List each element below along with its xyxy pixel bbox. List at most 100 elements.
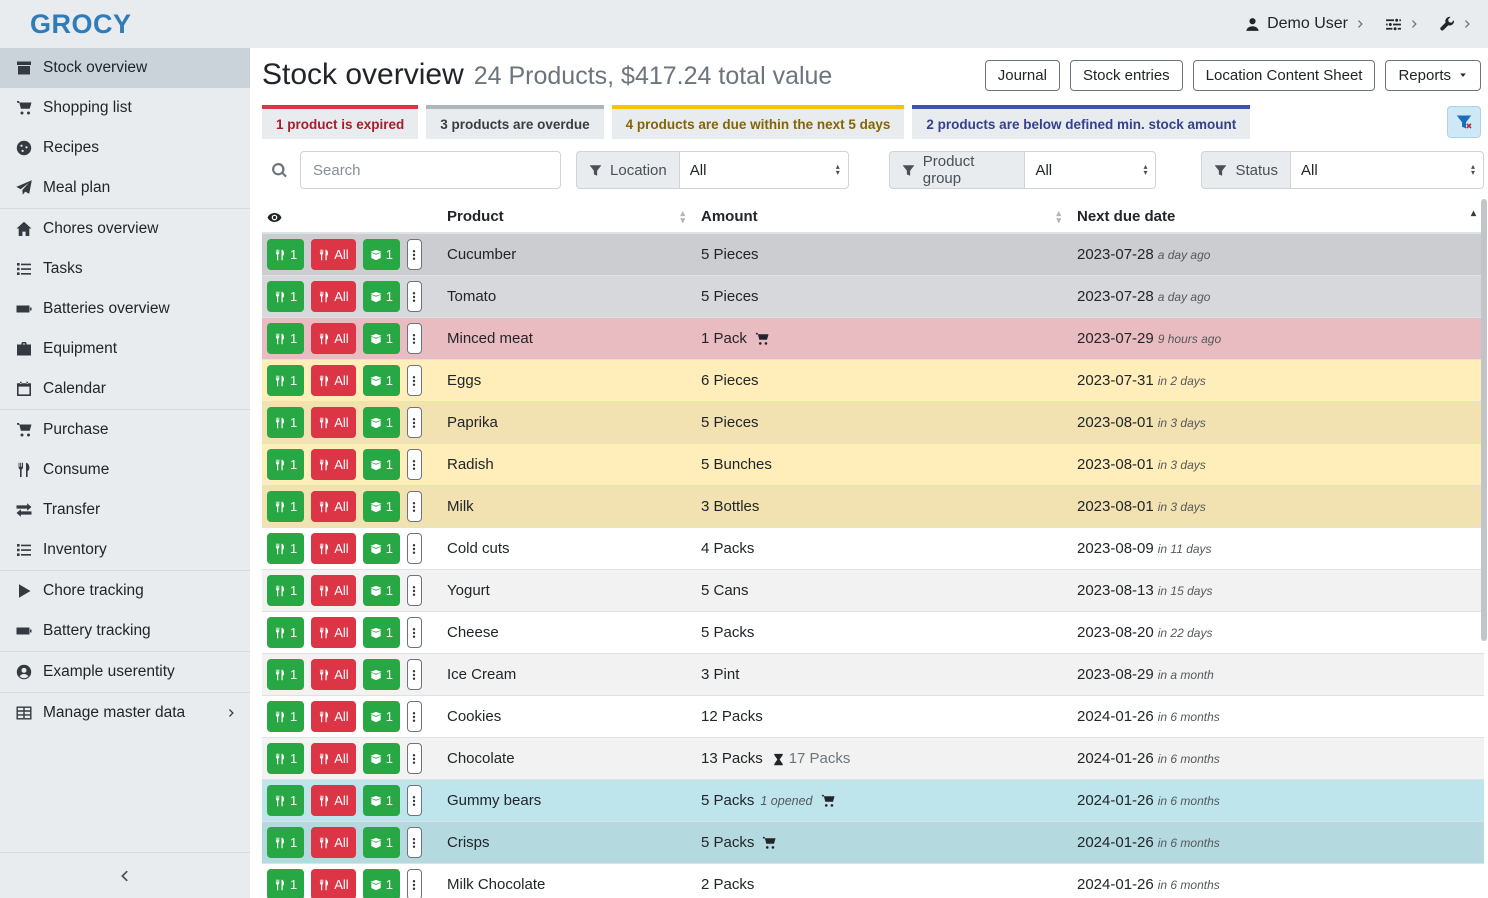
consume-one-button[interactable]: 1	[267, 617, 304, 648]
banner-due-soon[interactable]: 4 products are due within the next 5 day…	[612, 105, 905, 139]
sidebar-item-tasks[interactable]: Tasks	[0, 249, 250, 289]
search-input[interactable]	[300, 151, 561, 189]
consume-all-button[interactable]: All	[311, 659, 355, 690]
sort-icon[interactable]: ▴▾	[680, 210, 685, 223]
row-menu-button[interactable]	[407, 785, 422, 816]
open-one-button[interactable]: 1	[363, 533, 400, 564]
column-product[interactable]: Product ▴▾	[439, 201, 693, 233]
reports-button[interactable]: Reports	[1385, 60, 1481, 91]
column-amount[interactable]: Amount ▴▾	[693, 201, 1069, 233]
sidebar-item-example-userentity[interactable]: Example userentity	[0, 652, 250, 692]
open-one-button[interactable]: 1	[363, 827, 400, 858]
open-one-button[interactable]: 1	[363, 239, 400, 270]
scrollbar-thumb[interactable]	[1481, 199, 1487, 641]
row-menu-button[interactable]	[407, 659, 422, 690]
consume-all-button[interactable]: All	[311, 365, 355, 396]
row-menu-button[interactable]	[407, 365, 422, 396]
sidebar-item-manage-master-data[interactable]: Manage master data	[0, 693, 250, 733]
status-select[interactable]: All	[1290, 151, 1484, 189]
consume-one-button[interactable]: 1	[267, 785, 304, 816]
consume-one-button[interactable]: 1	[267, 239, 304, 270]
consume-all-button[interactable]: All	[311, 785, 355, 816]
consume-all-button[interactable]: All	[311, 827, 355, 858]
sidebar-item-chore-tracking[interactable]: Chore tracking	[0, 571, 250, 611]
row-menu-button[interactable]	[407, 827, 422, 858]
sidebar-item-chores-overview[interactable]: Chores overview	[0, 209, 250, 249]
sidebar-item-meal-plan[interactable]: Meal plan	[0, 168, 250, 208]
sidebar-item-purchase[interactable]: Purchase	[0, 410, 250, 450]
row-menu-button[interactable]	[407, 575, 422, 606]
row-menu-button[interactable]	[407, 323, 422, 354]
location-select[interactable]: All	[679, 151, 849, 189]
sidebar-item-stock-overview[interactable]: Stock overview	[0, 48, 250, 88]
open-one-button[interactable]: 1	[363, 449, 400, 480]
consume-all-button[interactable]: All	[311, 575, 355, 606]
sidebar-item-transfer[interactable]: Transfer	[0, 490, 250, 530]
consume-all-button[interactable]: All	[311, 701, 355, 732]
admin-menu[interactable]	[1439, 16, 1472, 32]
open-one-button[interactable]: 1	[363, 785, 400, 816]
sort-ascending-icon[interactable]: ▴	[1471, 208, 1476, 219]
stock-entries-button[interactable]: Stock entries	[1070, 60, 1183, 91]
consume-one-button[interactable]: 1	[267, 491, 304, 522]
open-one-button[interactable]: 1	[363, 323, 400, 354]
consume-one-button[interactable]: 1	[267, 533, 304, 564]
consume-one-button[interactable]: 1	[267, 659, 304, 690]
settings-menu[interactable]	[1385, 16, 1419, 33]
sidebar-item-battery-tracking[interactable]: Battery tracking	[0, 611, 250, 651]
consume-one-button[interactable]: 1	[267, 365, 304, 396]
consume-all-button[interactable]: All	[311, 743, 355, 774]
sort-icon[interactable]: ▴▾	[1056, 210, 1061, 223]
sidebar-collapse-button[interactable]	[0, 852, 250, 898]
open-one-button[interactable]: 1	[363, 491, 400, 522]
sidebar-item-recipes[interactable]: Recipes	[0, 128, 250, 168]
clear-filter-button[interactable]	[1447, 106, 1481, 138]
consume-all-button[interactable]: All	[311, 323, 355, 354]
consume-one-button[interactable]: 1	[267, 743, 304, 774]
consume-all-button[interactable]: All	[311, 449, 355, 480]
consume-one-button[interactable]: 1	[267, 449, 304, 480]
banner-overdue[interactable]: 3 products are overdue	[426, 105, 603, 139]
open-one-button[interactable]: 1	[363, 659, 400, 690]
consume-all-button[interactable]: All	[311, 533, 355, 564]
row-menu-button[interactable]	[407, 407, 422, 438]
sidebar-item-consume[interactable]: Consume	[0, 450, 250, 490]
eye-icon[interactable]	[267, 210, 282, 225]
open-one-button[interactable]: 1	[363, 407, 400, 438]
consume-all-button[interactable]: All	[311, 239, 355, 270]
consume-one-button[interactable]: 1	[267, 281, 304, 312]
open-one-button[interactable]: 1	[363, 743, 400, 774]
open-one-button[interactable]: 1	[363, 281, 400, 312]
consume-all-button[interactable]: All	[311, 617, 355, 648]
sidebar-item-batteries-overview[interactable]: Batteries overview	[0, 289, 250, 329]
open-one-button[interactable]: 1	[363, 617, 400, 648]
user-menu[interactable]: Demo User	[1245, 15, 1365, 33]
journal-button[interactable]: Journal	[985, 60, 1060, 91]
sidebar-item-inventory[interactable]: Inventory	[0, 530, 250, 570]
row-menu-button[interactable]	[407, 281, 422, 312]
row-menu-button[interactable]	[407, 701, 422, 732]
consume-all-button[interactable]: All	[311, 869, 355, 898]
row-menu-button[interactable]	[407, 449, 422, 480]
row-menu-button[interactable]	[407, 743, 422, 774]
consume-all-button[interactable]: All	[311, 407, 355, 438]
consume-one-button[interactable]: 1	[267, 575, 304, 606]
consume-all-button[interactable]: All	[311, 491, 355, 522]
banner-expired[interactable]: 1 product is expired	[262, 105, 418, 139]
row-menu-button[interactable]	[407, 239, 422, 270]
column-next-due-date[interactable]: Next due date ▴	[1069, 201, 1484, 233]
location-content-sheet-button[interactable]: Location Content Sheet	[1193, 60, 1376, 91]
banner-below-min-stock[interactable]: 2 products are below defined min. stock …	[912, 105, 1250, 139]
open-one-button[interactable]: 1	[363, 575, 400, 606]
row-menu-button[interactable]	[407, 617, 422, 648]
consume-one-button[interactable]: 1	[267, 323, 304, 354]
consume-all-button[interactable]: All	[311, 281, 355, 312]
consume-one-button[interactable]: 1	[267, 827, 304, 858]
consume-one-button[interactable]: 1	[267, 869, 304, 898]
open-one-button[interactable]: 1	[363, 701, 400, 732]
open-one-button[interactable]: 1	[363, 365, 400, 396]
row-menu-button[interactable]	[407, 533, 422, 564]
sidebar-item-shopping-list[interactable]: Shopping list	[0, 88, 250, 128]
app-logo[interactable]: GROCY	[30, 9, 132, 40]
sidebar-item-calendar[interactable]: Calendar	[0, 369, 250, 409]
